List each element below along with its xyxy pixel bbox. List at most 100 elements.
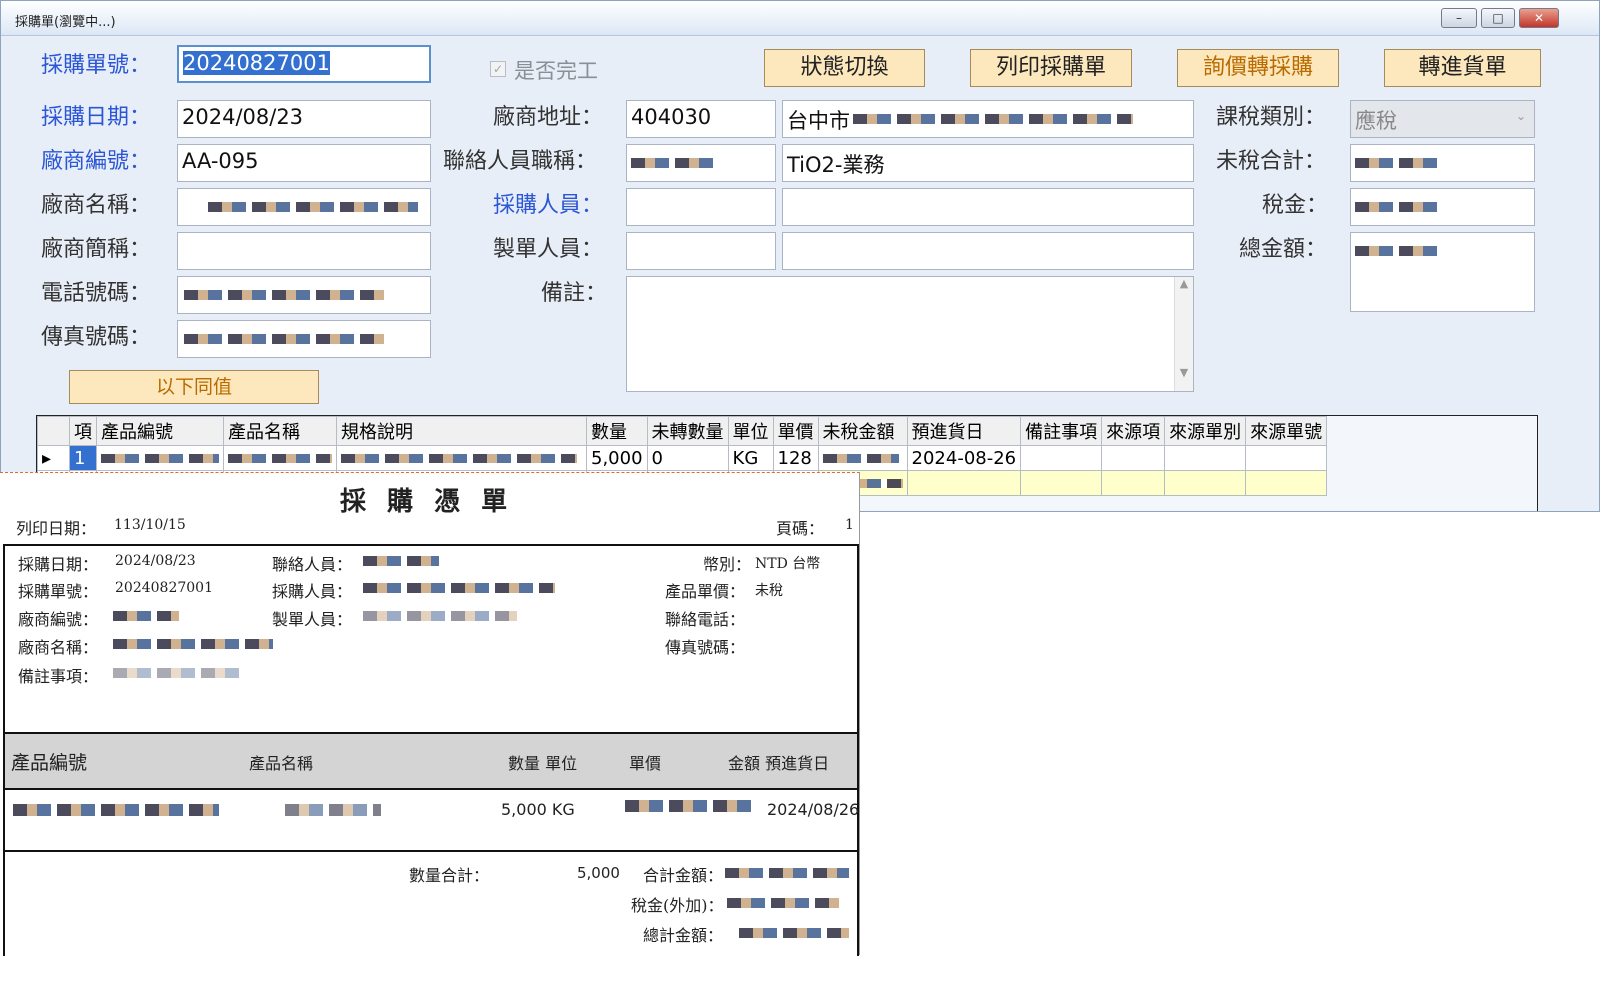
total-amount-field[interactable] bbox=[1350, 232, 1535, 312]
fax-field[interactable] bbox=[177, 320, 431, 358]
minimize-button[interactable]: – bbox=[1441, 8, 1477, 28]
po-date-field[interactable]: 2024/08/23 bbox=[177, 100, 431, 138]
col-untaxed-amount[interactable]: 未稅金額 bbox=[817, 416, 908, 446]
tax-field[interactable] bbox=[1350, 188, 1535, 226]
col-product-name[interactable]: 產品名稱 bbox=[223, 416, 337, 446]
cell-spec[interactable] bbox=[336, 445, 587, 471]
purchase-order-window: 採購單(瀏覽中...) – □ ✕ 採購單號： 20240827001 採購日期… bbox=[0, 0, 1600, 512]
zip-field[interactable]: 404030 bbox=[626, 100, 776, 138]
report-title: 採 購 憑 單 bbox=[340, 487, 514, 517]
cell-source-type[interactable] bbox=[1164, 445, 1247, 471]
address-field[interactable]: 台中市 bbox=[782, 100, 1194, 138]
report-line-row: 5,000 KG 2024/08/26 bbox=[3, 790, 859, 852]
untaxed-total-label: 未稅合計： bbox=[1216, 149, 1327, 174]
col-price[interactable]: 單價 bbox=[772, 416, 819, 446]
tax-type-select[interactable]: 應稅 ⌄ bbox=[1350, 100, 1535, 138]
chevron-down-icon: ⌄ bbox=[1515, 109, 1526, 123]
col-product-code[interactable]: 產品編號 bbox=[96, 416, 224, 446]
scroll-down-icon[interactable]: ▼ bbox=[1175, 366, 1193, 379]
contact-title-field[interactable]: TiO2-業務 bbox=[782, 144, 1194, 182]
scroll-up-icon[interactable]: ▲ bbox=[1175, 277, 1193, 290]
col-source-type[interactable]: 來源單別 bbox=[1164, 416, 1247, 446]
remark-label: 備註： bbox=[541, 281, 608, 306]
col-source-no[interactable]: 來源單號 bbox=[1245, 416, 1328, 446]
r-po-no-label: 採購單號： bbox=[18, 582, 99, 601]
close-button[interactable]: ✕ bbox=[1519, 8, 1559, 28]
print-po-button[interactable]: 列印採購單 bbox=[970, 49, 1132, 87]
r-fax-label: 傳真號碼： bbox=[665, 638, 746, 657]
r-line-qty: 5,000 KG bbox=[501, 800, 575, 819]
report-column-header: 產品編號 產品名稱 數量 單位 單價 金額 預進貨日 bbox=[3, 734, 859, 790]
cell-qty[interactable]: 5,000 bbox=[586, 445, 648, 471]
cell-expected-date[interactable]: 2024-08-26 bbox=[906, 445, 1022, 471]
window-title: 採購單(瀏覽中...) bbox=[15, 15, 116, 30]
maker-code-field[interactable] bbox=[626, 232, 776, 270]
col-unconverted[interactable]: 未轉數量 bbox=[646, 416, 729, 446]
same-below-button[interactable]: 以下同值 bbox=[69, 370, 319, 404]
vendor-short-field[interactable] bbox=[177, 232, 431, 270]
r-currency: NTD 台幣 bbox=[755, 556, 821, 572]
quote-to-po-button[interactable]: 詢價轉採購 bbox=[1177, 49, 1339, 87]
cell-item[interactable]: 1 bbox=[69, 445, 97, 471]
cell-product-name[interactable] bbox=[223, 445, 337, 471]
phone-field[interactable] bbox=[177, 276, 431, 314]
r-unit-price: 未稅 bbox=[755, 583, 783, 599]
vendor-name-label: 廠商名稱： bbox=[41, 193, 152, 218]
status-toggle-button[interactable]: 狀態切換 bbox=[764, 49, 925, 87]
title-bar: 採購單(瀏覽中...) – □ ✕ bbox=[1, 1, 1599, 36]
maker-label: 製單人員： bbox=[493, 237, 604, 262]
to-receiving-button[interactable]: 轉進貨單 bbox=[1384, 49, 1541, 87]
col-spec[interactable]: 規格說明 bbox=[336, 416, 587, 446]
row-indicator-icon: ▸ bbox=[37, 445, 70, 471]
col-remark[interactable]: 備註事項 bbox=[1020, 416, 1103, 446]
vendor-code-field[interactable]: AA-095 bbox=[177, 144, 431, 182]
vendor-short-label: 廠商簡稱： bbox=[41, 237, 152, 262]
buyer-code-field[interactable] bbox=[626, 188, 776, 226]
remark-textarea[interactable]: ▲ ▼ bbox=[626, 276, 1194, 392]
table-row[interactable]: ▸ 1 5,000 0 KG 128 2024-08-26 bbox=[37, 445, 1328, 471]
r-col-price: 單價 bbox=[629, 754, 662, 773]
r-buyer-label: 採購人員： bbox=[272, 582, 353, 601]
vendor-code-label: 廠商編號： bbox=[41, 149, 152, 174]
col-qty[interactable]: 數量 bbox=[586, 416, 648, 446]
buyer-name-field[interactable] bbox=[782, 188, 1194, 226]
cell-price[interactable]: 128 bbox=[772, 445, 819, 471]
tax-type-label: 課稅類別： bbox=[1216, 105, 1327, 130]
page-number: 1 bbox=[845, 517, 854, 533]
cell-unconverted[interactable]: 0 bbox=[646, 445, 729, 471]
r-phone-label: 聯絡電話： bbox=[665, 610, 746, 629]
untaxed-total-field[interactable] bbox=[1350, 144, 1535, 182]
maker-name-field[interactable] bbox=[782, 232, 1194, 270]
r-unit-price-label: 產品單價： bbox=[665, 582, 746, 601]
phone-label: 電話號碼： bbox=[41, 281, 152, 306]
col-item[interactable]: 項 bbox=[69, 416, 97, 446]
cell-unit[interactable]: KG bbox=[727, 445, 774, 471]
maximize-button[interactable]: □ bbox=[1481, 8, 1515, 28]
cell-source-item[interactable] bbox=[1101, 445, 1166, 471]
po-number-field[interactable]: 20240827001 bbox=[177, 45, 431, 83]
vendor-address-label: 廠商地址： bbox=[493, 105, 604, 130]
col-unit[interactable]: 單位 bbox=[727, 416, 774, 446]
r-tax-label: 稅金(外加)： bbox=[631, 896, 724, 915]
r-po-no: 20240827001 bbox=[115, 580, 213, 596]
cell-source-no[interactable] bbox=[1245, 445, 1328, 471]
vendor-name-field[interactable] bbox=[177, 188, 431, 226]
print-date: 113/10/15 bbox=[114, 517, 186, 533]
row-header-corner bbox=[37, 416, 70, 446]
cell-remark[interactable] bbox=[1020, 445, 1103, 471]
contact-name-field[interactable] bbox=[626, 144, 776, 182]
total-amount-label: 總金額： bbox=[1239, 237, 1328, 262]
col-source-item[interactable]: 來源項 bbox=[1101, 416, 1166, 446]
po-number-label: 採購單號： bbox=[41, 53, 152, 78]
r-currency-label: 幣別： bbox=[703, 555, 752, 574]
cell-product-code[interactable] bbox=[96, 445, 224, 471]
completed-checkbox[interactable]: ✓ bbox=[490, 61, 506, 77]
col-expected-date[interactable]: 預進貨日 bbox=[906, 416, 1022, 446]
r-vendor-code-label: 廠商編號： bbox=[18, 610, 99, 629]
remark-scrollbar[interactable]: ▲ ▼ bbox=[1174, 277, 1193, 391]
tax-label: 稅金： bbox=[1262, 193, 1329, 218]
report-header-box: 採購日期： 2024/08/23 採購單號： 20240827001 廠商編號：… bbox=[3, 544, 859, 734]
r-remark-label: 備註事項： bbox=[18, 667, 99, 686]
r-po-date-label: 採購日期： bbox=[18, 555, 99, 574]
cell-untaxed-amount[interactable] bbox=[817, 445, 908, 471]
